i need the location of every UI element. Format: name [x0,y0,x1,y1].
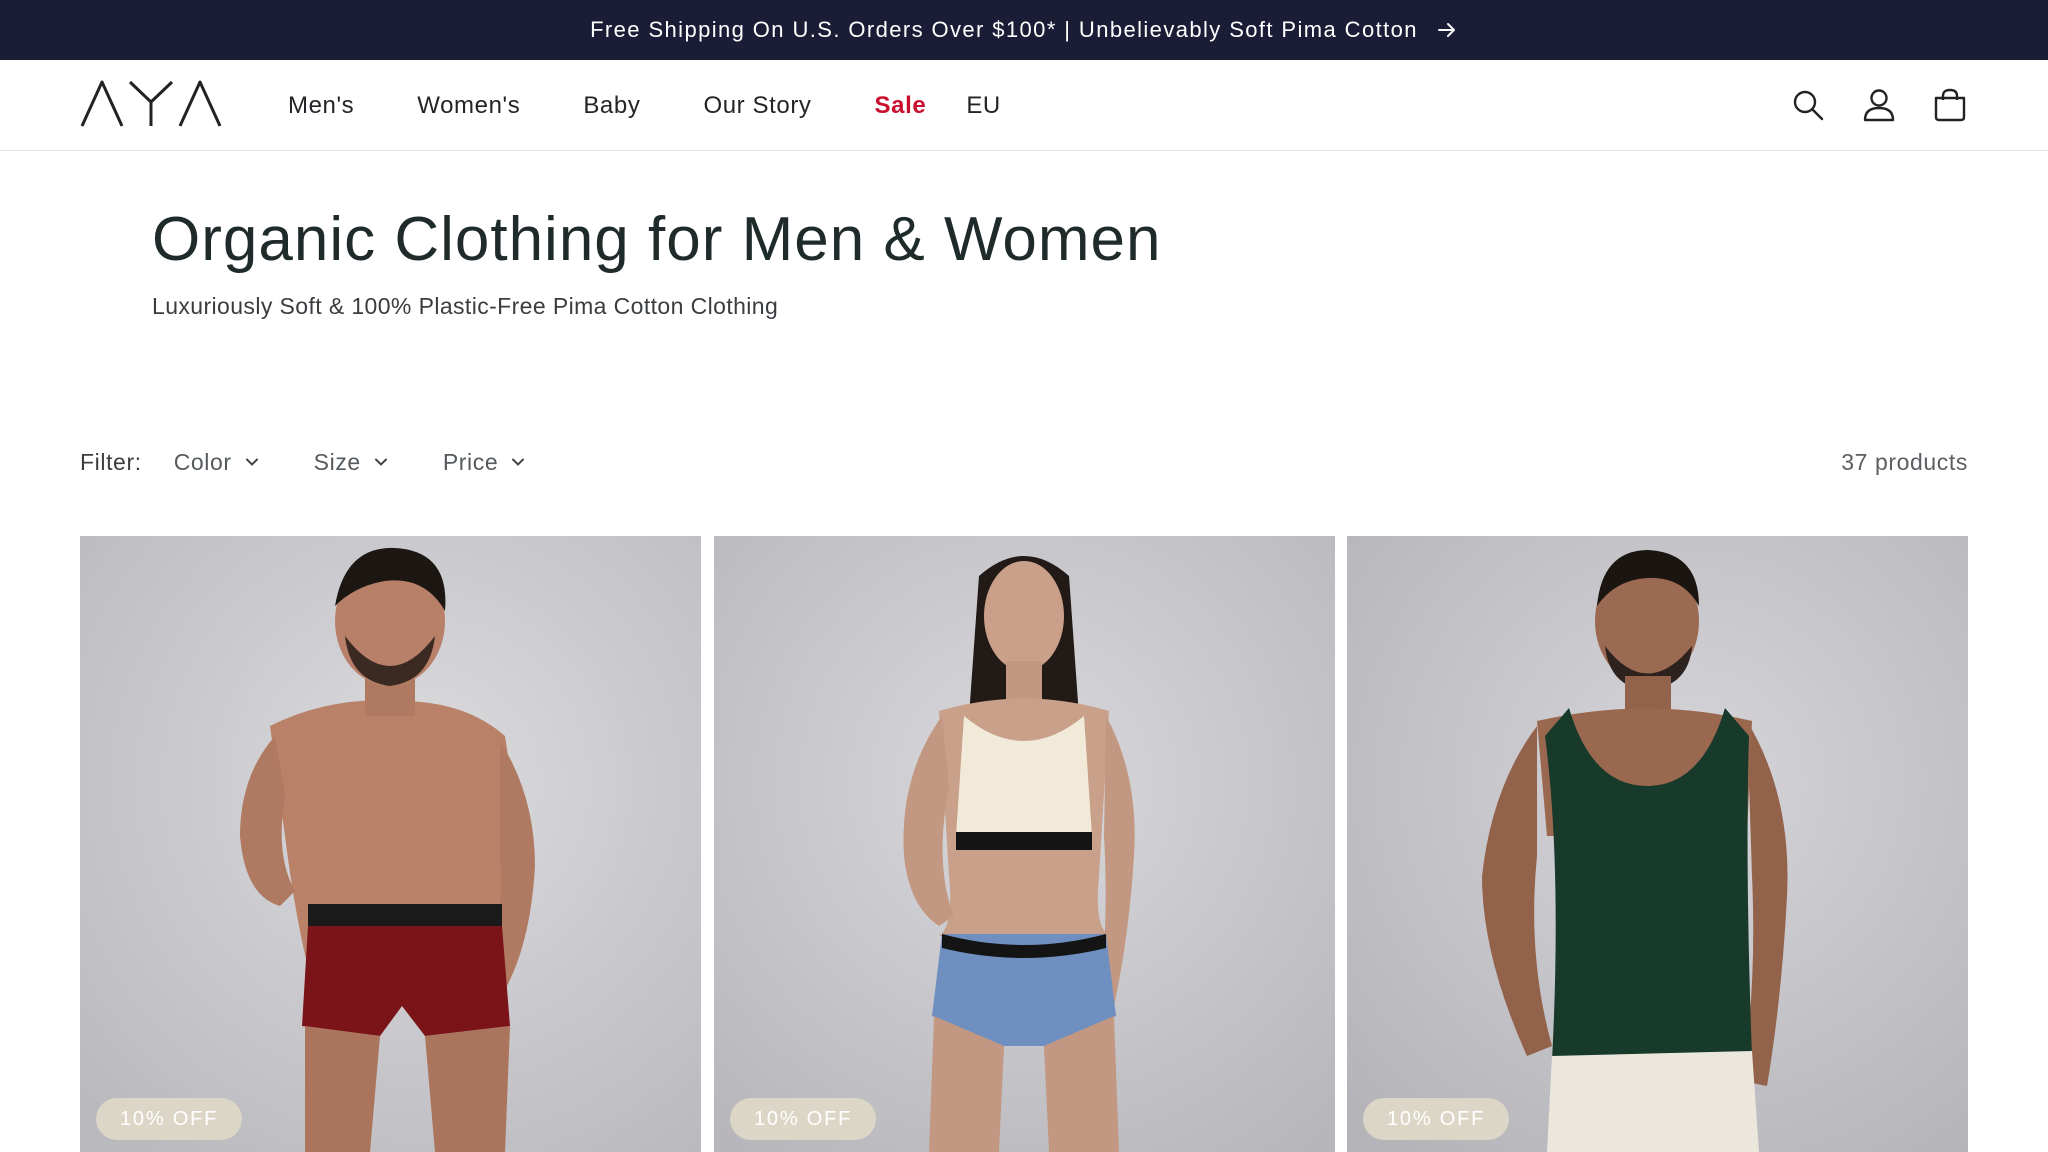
chevron-down-icon [512,458,525,466]
nav-baby[interactable]: Baby [583,92,640,120]
arrow-right-icon [1436,19,1458,41]
header-icons [1755,82,1968,128]
filter-price-label: Price [442,448,499,475]
product-card[interactable]: 10% OFF [80,536,701,1152]
product-card[interactable]: 10% OFF [1347,536,1968,1152]
product-image [1347,536,1968,1152]
nav-mens[interactable]: Men's [288,92,354,120]
product-image [714,536,1335,1152]
page-subtitle: Luxuriously Soft & 100% Plastic-Free Pim… [152,293,779,319]
main-nav: Men's Women's Baby Our Story Sale EU [288,60,1001,151]
discount-badge: 10% OFF [1363,1098,1510,1140]
discount-badge: 10% OFF [730,1098,877,1140]
site-header: Men's Women's Baby Our Story Sale EU [0,60,2048,151]
filter-color-dropdown[interactable]: Color [174,449,260,476]
aya-logo[interactable] [80,80,222,128]
nav-eu[interactable]: EU [966,92,1001,120]
search-icon[interactable] [1790,87,1826,123]
discount-badge: 10% OFF [96,1098,243,1140]
filter-color-label: Color [173,448,232,475]
filter-price-dropdown[interactable]: Price [443,449,526,476]
filter-label: Filter: [80,448,142,475]
product-grid: 10% OFF 10% OFF 10% OFF [80,536,1968,1152]
account-icon[interactable] [1861,87,1897,123]
nav-sale[interactable]: Sale [875,92,927,120]
page-title: Organic Clothing for Men & Women [152,205,1162,274]
product-card[interactable]: 10% OFF [714,536,1335,1152]
product-image [80,536,701,1152]
product-count: 37 products [1841,448,1968,475]
chevron-down-icon [374,458,387,466]
cart-icon[interactable] [1932,87,1968,123]
chevron-down-icon [245,458,258,466]
filter-bar: Filter: Color Size Price 37 products [80,444,1968,480]
filter-size-dropdown[interactable]: Size [314,449,389,476]
announcement-text: Free Shipping On U.S. Orders Over $100* … [590,17,1418,42]
nav-womens[interactable]: Women's [417,92,520,120]
announcement-bar[interactable]: Free Shipping On U.S. Orders Over $100* … [0,0,2048,60]
filter-size-label: Size [313,448,361,475]
nav-our-story[interactable]: Our Story [703,92,811,120]
